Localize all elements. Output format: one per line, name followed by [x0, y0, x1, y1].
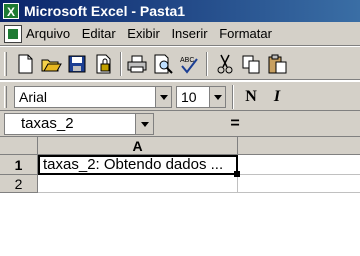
spelling-icon[interactable]: ABC	[178, 53, 200, 75]
copy-icon[interactable]	[240, 53, 262, 75]
formula-bar: taxas_2 =	[0, 111, 360, 137]
chevron-down-icon[interactable]	[209, 87, 225, 107]
name-box[interactable]: taxas_2	[4, 113, 154, 135]
menu-exibir[interactable]: Exibir	[127, 22, 160, 46]
name-box-value: taxas_2	[21, 115, 74, 132]
menu-bar: Arquivo Editar Exibir Inserir Formatar	[0, 22, 360, 46]
paste-icon[interactable]	[266, 53, 288, 75]
svg-text:ABC: ABC	[180, 57, 194, 64]
cell-b1[interactable]	[238, 155, 360, 175]
cell-a2[interactable]	[38, 175, 238, 193]
menu-editar[interactable]: Editar	[82, 22, 116, 46]
cut-icon[interactable]	[214, 53, 236, 75]
menu-arquivo[interactable]: Arquivo	[26, 22, 70, 46]
equals-button[interactable]: =	[220, 113, 250, 135]
font-select[interactable]: Arial	[14, 86, 172, 108]
title-bar: Microsoft Excel - Pasta1	[0, 0, 360, 23]
toolbar-grip[interactable]	[4, 52, 7, 76]
fill-handle[interactable]	[234, 171, 240, 177]
menu-formatar[interactable]: Formatar	[219, 22, 272, 46]
print-preview-icon[interactable]	[152, 53, 174, 75]
toolbar-separator	[206, 52, 208, 76]
font-size-value: 10	[181, 89, 197, 105]
toolbar-grip[interactable]	[4, 86, 7, 108]
worksheet-grid: A 1 2 taxas_2: Obtendo dados ...	[0, 137, 360, 256]
chevron-down-icon[interactable]	[155, 87, 171, 107]
column-header-a[interactable]: A	[38, 137, 238, 155]
row-header-2[interactable]: 2	[0, 175, 38, 193]
window-title: Microsoft Excel - Pasta1	[24, 3, 186, 19]
bold-button[interactable]: N	[240, 86, 262, 108]
save-icon[interactable]	[66, 53, 88, 75]
menu-inserir[interactable]: Inserir	[171, 22, 207, 46]
row-header-1[interactable]: 1	[0, 155, 38, 175]
permission-icon[interactable]	[92, 53, 114, 75]
document-icon[interactable]	[4, 25, 22, 43]
font-value: Arial	[19, 89, 48, 105]
excel-icon[interactable]	[3, 1, 19, 23]
standard-toolbar: ABC	[0, 46, 360, 80]
column-header-b[interactable]	[238, 137, 360, 155]
print-icon[interactable]	[126, 53, 148, 75]
formatting-toolbar: Arial 10 N I	[0, 81, 360, 111]
chevron-down-icon[interactable]	[135, 114, 153, 134]
toolbar-separator	[120, 52, 122, 76]
open-icon[interactable]	[40, 53, 62, 75]
cell-a1[interactable]: taxas_2: Obtendo dados ...	[38, 155, 238, 175]
font-size-select[interactable]: 10	[176, 86, 226, 108]
cell-b2[interactable]	[238, 175, 360, 193]
new-icon[interactable]	[14, 53, 36, 75]
toolbar-separator	[232, 85, 234, 109]
italic-button[interactable]: I	[266, 86, 288, 108]
select-all-corner[interactable]	[0, 137, 38, 155]
